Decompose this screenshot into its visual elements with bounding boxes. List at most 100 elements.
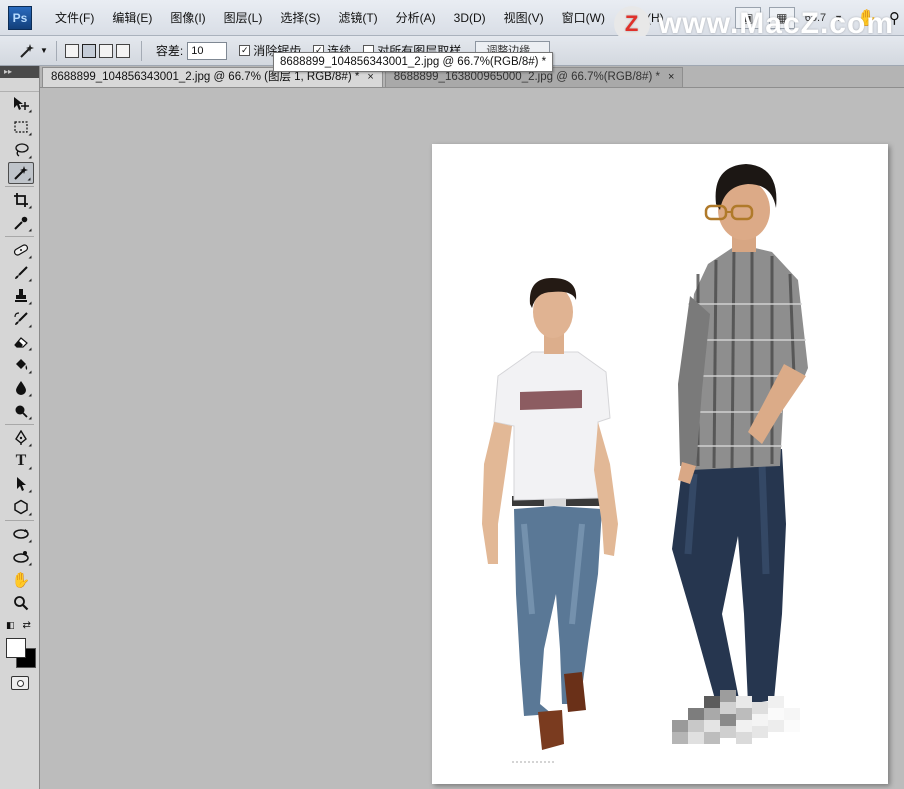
- move-icon: [14, 97, 29, 110]
- screen-mode-icon: ▣: [742, 11, 754, 25]
- screen-mode-button[interactable]: ▣: [734, 7, 761, 29]
- menu-bar: Ps 文件(F) 编辑(E) 图像(I) 图层(L) 选择(S) 滤镜(T) 分…: [0, 0, 904, 36]
- image-canvas[interactable]: [432, 144, 888, 784]
- separator: [140, 40, 142, 61]
- quick-mask-button[interactable]: [11, 676, 29, 690]
- photo-two-models: [482, 164, 808, 763]
- blur-tool[interactable]: [8, 377, 34, 399]
- dodge-tool[interactable]: [8, 400, 34, 422]
- left-model: [482, 278, 618, 750]
- stamp-icon: [15, 289, 27, 302]
- hand-tool-icon[interactable]: ✋: [857, 8, 877, 28]
- 3d-rotate-tool[interactable]: [8, 523, 34, 545]
- menu-filter[interactable]: 滤镜(T): [329, 0, 386, 36]
- menu-3d[interactable]: 3D(D): [445, 0, 495, 36]
- menu-select[interactable]: 选择(S): [271, 0, 329, 36]
- toolbox-panel: ▸▸ T ✋ ◧ ⇄: [0, 66, 40, 789]
- separator: [5, 236, 34, 237]
- app-logo[interactable]: Ps: [8, 5, 32, 30]
- tolerance-label: 容差:: [155, 44, 184, 58]
- separator: [5, 424, 34, 425]
- right-model: [672, 164, 808, 710]
- magic-wand-icon: [14, 166, 28, 180]
- pen-icon: [15, 430, 27, 445]
- zoom-tool[interactable]: [8, 592, 34, 614]
- menu-file[interactable]: 文件(F): [46, 0, 103, 36]
- menu-analysis[interactable]: 分析(A): [387, 0, 445, 36]
- clone-stamp-tool[interactable]: [8, 285, 34, 307]
- swap-colors-icon[interactable]: ⇄: [23, 620, 31, 631]
- eyedropper-tool[interactable]: [8, 212, 34, 234]
- path-select-icon: [17, 477, 26, 491]
- quick-mask-icon: [16, 679, 24, 687]
- blur-drop-icon: [16, 381, 26, 395]
- eyedropper-icon: [14, 216, 28, 230]
- pen-tool[interactable]: [8, 427, 34, 449]
- toolbox-collapse-icon[interactable]: ▸▸: [0, 66, 39, 78]
- menu-image[interactable]: 图像(I): [161, 0, 214, 36]
- polygon-icon: [14, 499, 28, 515]
- eraser-tool[interactable]: [8, 331, 34, 353]
- magic-wand-preset-icon[interactable]: [16, 40, 38, 62]
- pixelated-area: [672, 690, 862, 756]
- shape-tool[interactable]: [8, 496, 34, 518]
- dodge-icon: [15, 405, 28, 418]
- zoom-dropdown-icon[interactable]: ▼: [834, 13, 843, 23]
- magnifier-icon: [14, 596, 29, 611]
- close-tab-icon[interactable]: ×: [668, 68, 674, 87]
- bandage-icon: [13, 244, 29, 256]
- history-brush-icon: [14, 312, 28, 325]
- marquee-tool[interactable]: [8, 116, 34, 138]
- 3d-orbit-tool[interactable]: [8, 546, 34, 568]
- brush-icon: [15, 266, 28, 279]
- document-tooltip: 8688899_104856343001_2.jpg @ 66.7%(RGB/8…: [273, 52, 554, 72]
- color-swatches: [4, 636, 38, 670]
- paint-bucket-icon: [16, 359, 28, 370]
- swatch-controls: ◧ ⇄: [6, 618, 39, 632]
- foreground-color-swatch[interactable]: [6, 638, 26, 658]
- type-icon: T: [15, 452, 27, 469]
- menu-help[interactable]: 帮助(H): [614, 0, 673, 36]
- eraser-icon: [14, 337, 28, 348]
- menu-window[interactable]: 窗口(W): [553, 0, 614, 36]
- move-tool[interactable]: [8, 93, 34, 115]
- separator: [5, 520, 34, 521]
- path-selection-tool[interactable]: [8, 473, 34, 495]
- paint-bucket-tool[interactable]: [8, 354, 34, 376]
- tolerance-input[interactable]: 10: [187, 41, 228, 60]
- separator: [55, 40, 57, 61]
- type-tool[interactable]: T: [8, 450, 34, 472]
- separator: [5, 186, 34, 187]
- toolbox-grip[interactable]: [0, 78, 39, 92]
- add-selection-button[interactable]: [81, 43, 96, 58]
- hand-icon: ✋: [11, 572, 31, 589]
- menu-edit[interactable]: 编辑(E): [103, 0, 161, 36]
- menu-layer[interactable]: 图层(L): [215, 0, 272, 36]
- magic-wand-tool[interactable]: [8, 162, 34, 184]
- lasso-tool[interactable]: [8, 139, 34, 161]
- menu-view[interactable]: 视图(V): [495, 0, 553, 36]
- crop-icon: [14, 193, 28, 207]
- subtract-selection-button[interactable]: [98, 43, 113, 58]
- intersect-selection-button[interactable]: [115, 43, 130, 58]
- 3d-orbit-icon: [13, 551, 29, 563]
- history-brush-tool[interactable]: [8, 308, 34, 330]
- photoshop-window: Ps 文件(F) 编辑(E) 图像(I) 图层(L) 选择(S) 滤镜(T) 分…: [0, 0, 904, 789]
- arrange-icon: ▦: [776, 11, 788, 25]
- hand-tool[interactable]: ✋: [8, 569, 34, 591]
- zoom-tool-icon[interactable]: ⚲: [889, 9, 900, 27]
- 3d-rotate-icon: [13, 529, 29, 539]
- preset-dropdown-icon[interactable]: ▼: [40, 46, 48, 55]
- crop-tool[interactable]: [8, 189, 34, 211]
- healing-brush-tool[interactable]: [8, 239, 34, 261]
- arrange-documents-button[interactable]: ▦: [768, 7, 795, 29]
- brush-tool[interactable]: [8, 262, 34, 284]
- default-colors-icon[interactable]: ◧: [6, 620, 15, 631]
- antialias-checkbox[interactable]: ✓: [239, 45, 251, 56]
- new-selection-button[interactable]: [64, 43, 79, 58]
- marquee-icon: [14, 121, 28, 133]
- zoom-level[interactable]: 66.7: [805, 12, 826, 24]
- document-workspace[interactable]: [41, 88, 904, 789]
- menu-right-controls: ▣ ▦ 66.7 ▼ ✋ ⚲: [731, 0, 904, 36]
- lasso-icon: [15, 143, 29, 157]
